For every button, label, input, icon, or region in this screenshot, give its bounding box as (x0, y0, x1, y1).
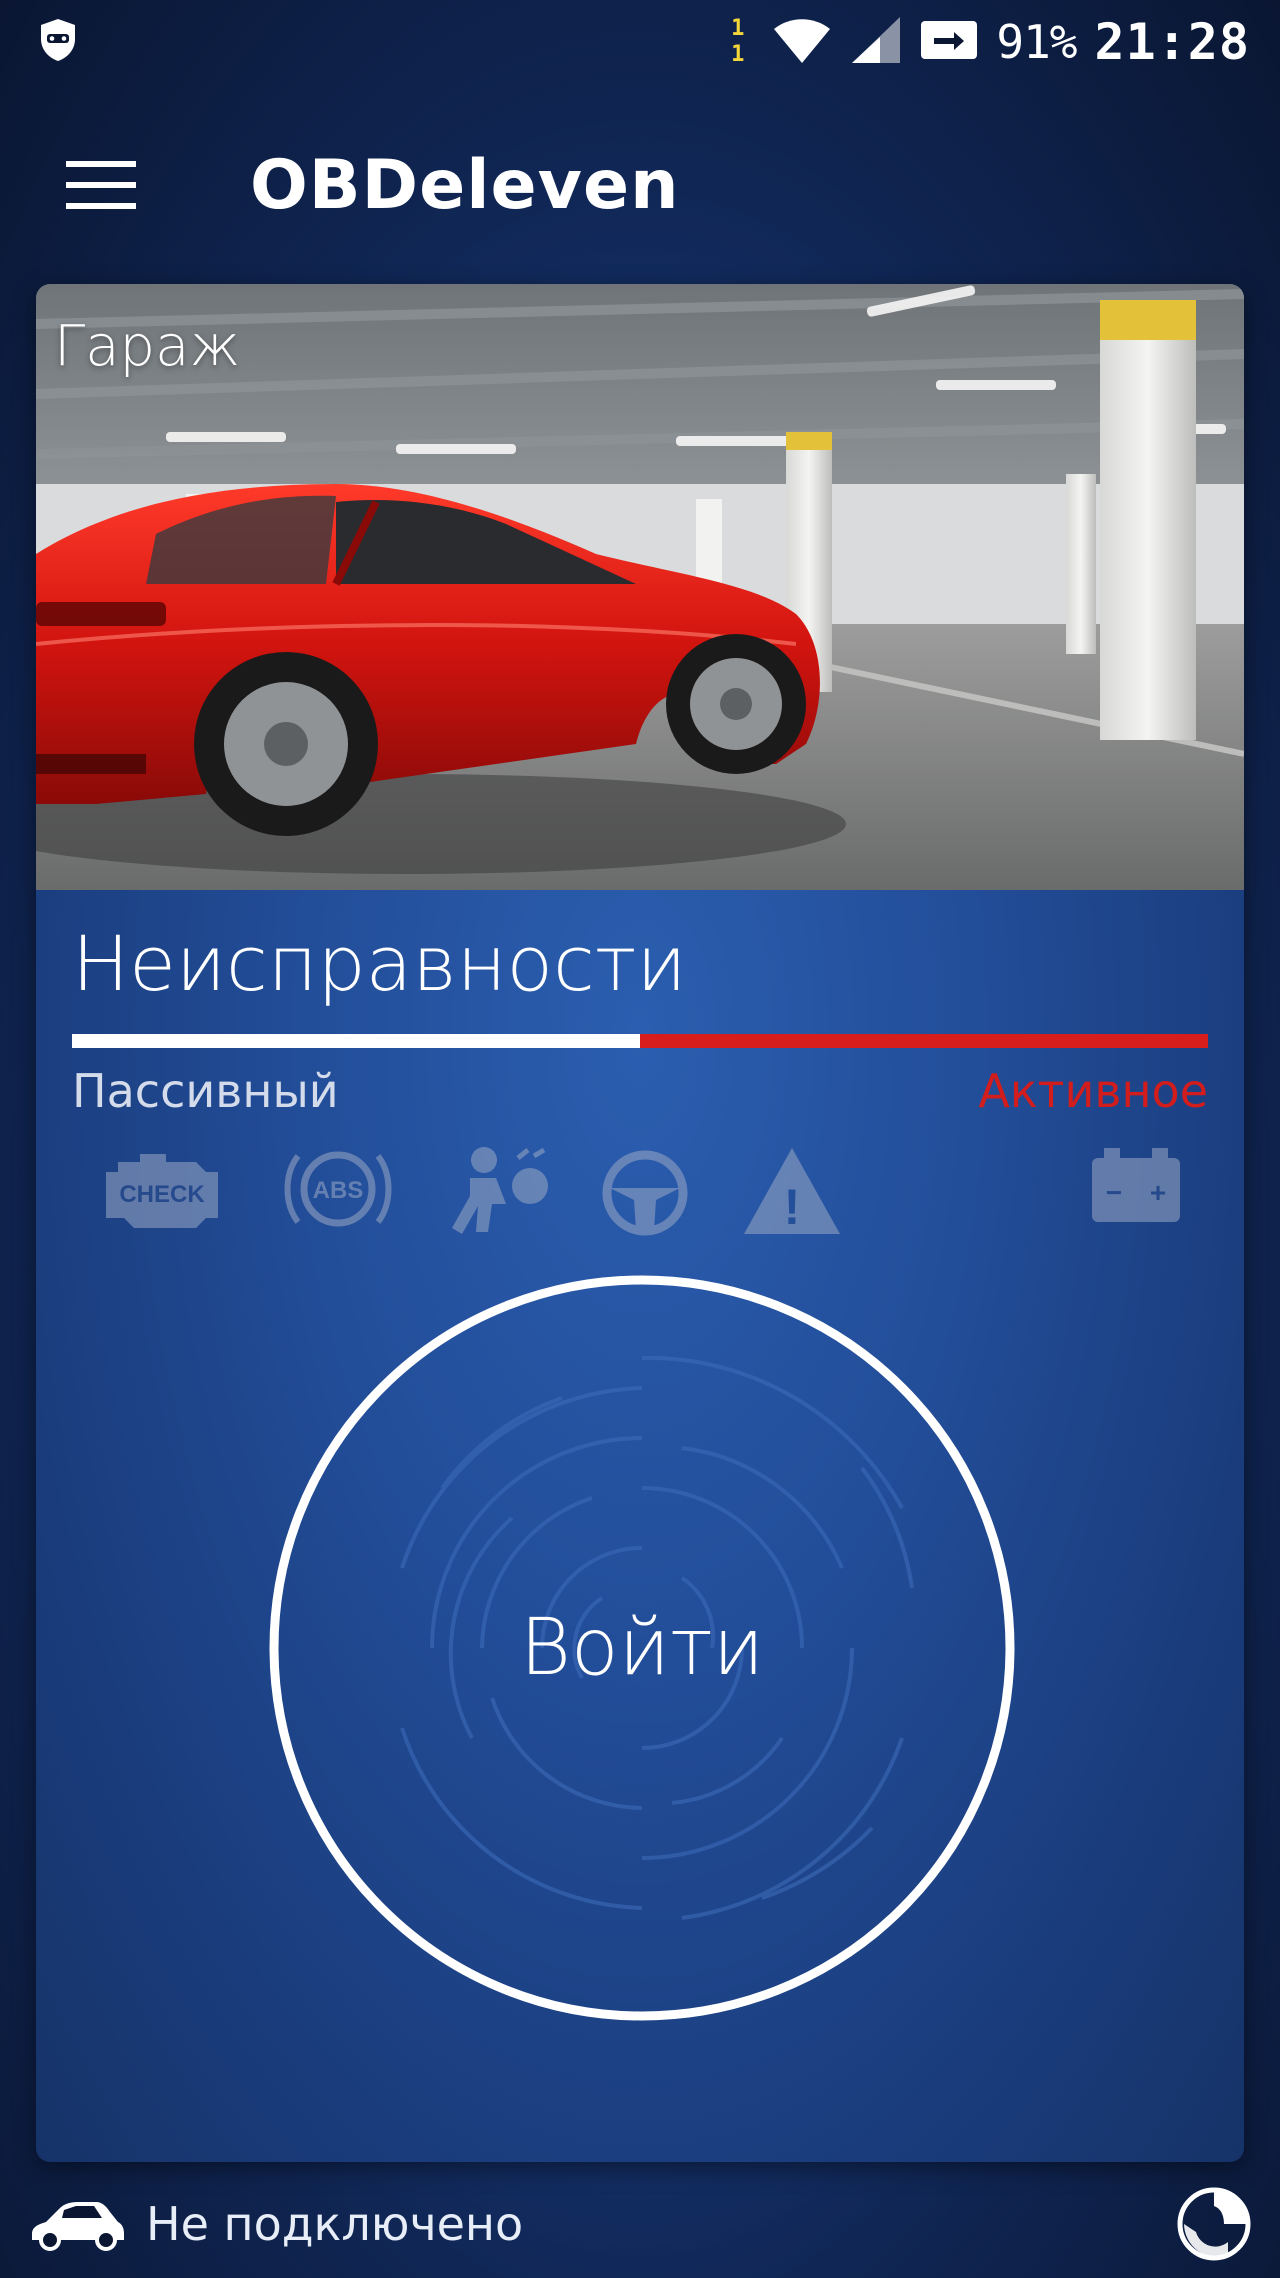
abs-text: ABS (313, 1177, 364, 1204)
clock: 21:28 (1094, 13, 1250, 71)
fault-ratio-bar (72, 1034, 1208, 1048)
passive-fault-bar (72, 1034, 640, 1048)
app-title: OBDeleven (250, 145, 680, 225)
warning-exclamation: ! (784, 1179, 801, 1235)
sim-slot-top: 1 (731, 16, 745, 41)
faults-section[interactable]: Неисправности Пассивный Активное (72, 914, 1208, 1118)
cast-icon (920, 18, 978, 66)
car-icon (32, 2202, 124, 2251)
menu-button[interactable] (46, 130, 156, 240)
garage-label: Гараж (54, 314, 241, 379)
airbag-icon (452, 1147, 548, 1234)
login-button[interactable]: Войти (262, 1268, 1022, 2028)
app-bar: OBDeleven (0, 110, 1280, 260)
warning-triangle-icon: ! (744, 1148, 840, 1235)
steering-wheel-icon (602, 1150, 688, 1236)
sim-slot-bottom: 1 (731, 42, 745, 67)
sim-indicator: 1 1 (731, 16, 744, 68)
connection-status: Не подключено (146, 2197, 524, 2251)
battery-plus: + (1150, 1177, 1166, 1208)
cell-signal-icon (850, 15, 902, 69)
connection-bar: Не подключено (0, 2170, 1280, 2278)
wifi-icon (772, 15, 832, 69)
active-fault-bar (640, 1034, 1208, 1048)
garage-tile[interactable]: Гараж (36, 284, 1244, 890)
battery-icon: − + (1092, 1148, 1180, 1222)
login-label: Войти (519, 1603, 765, 1693)
connect-circle-icon[interactable] (1174, 2184, 1254, 2264)
battery-percentage: 91% (996, 15, 1077, 69)
check-engine-text: CHECK (119, 1181, 205, 1208)
passive-label: Пассивный (72, 1064, 339, 1118)
main-card: Гараж Неисправности Пассивный Активное C… (36, 284, 1244, 2162)
screen: 1 1 91% 21:28 OBDeleven Гараж Неисправно… (0, 0, 1280, 2278)
check-engine-icon: CHECK (106, 1154, 218, 1228)
fault-legend: Пассивный Активное (72, 1064, 1208, 1118)
faults-title: Неисправности (72, 919, 687, 1008)
abs-icon: ABS (284, 1151, 392, 1227)
active-label: Активное (978, 1064, 1208, 1118)
battery-minus: − (1106, 1177, 1122, 1208)
shield-notification-icon (38, 17, 78, 67)
status-bar: 1 1 91% 21:28 (0, 0, 1280, 84)
hamburger-menu-icon (66, 161, 136, 209)
